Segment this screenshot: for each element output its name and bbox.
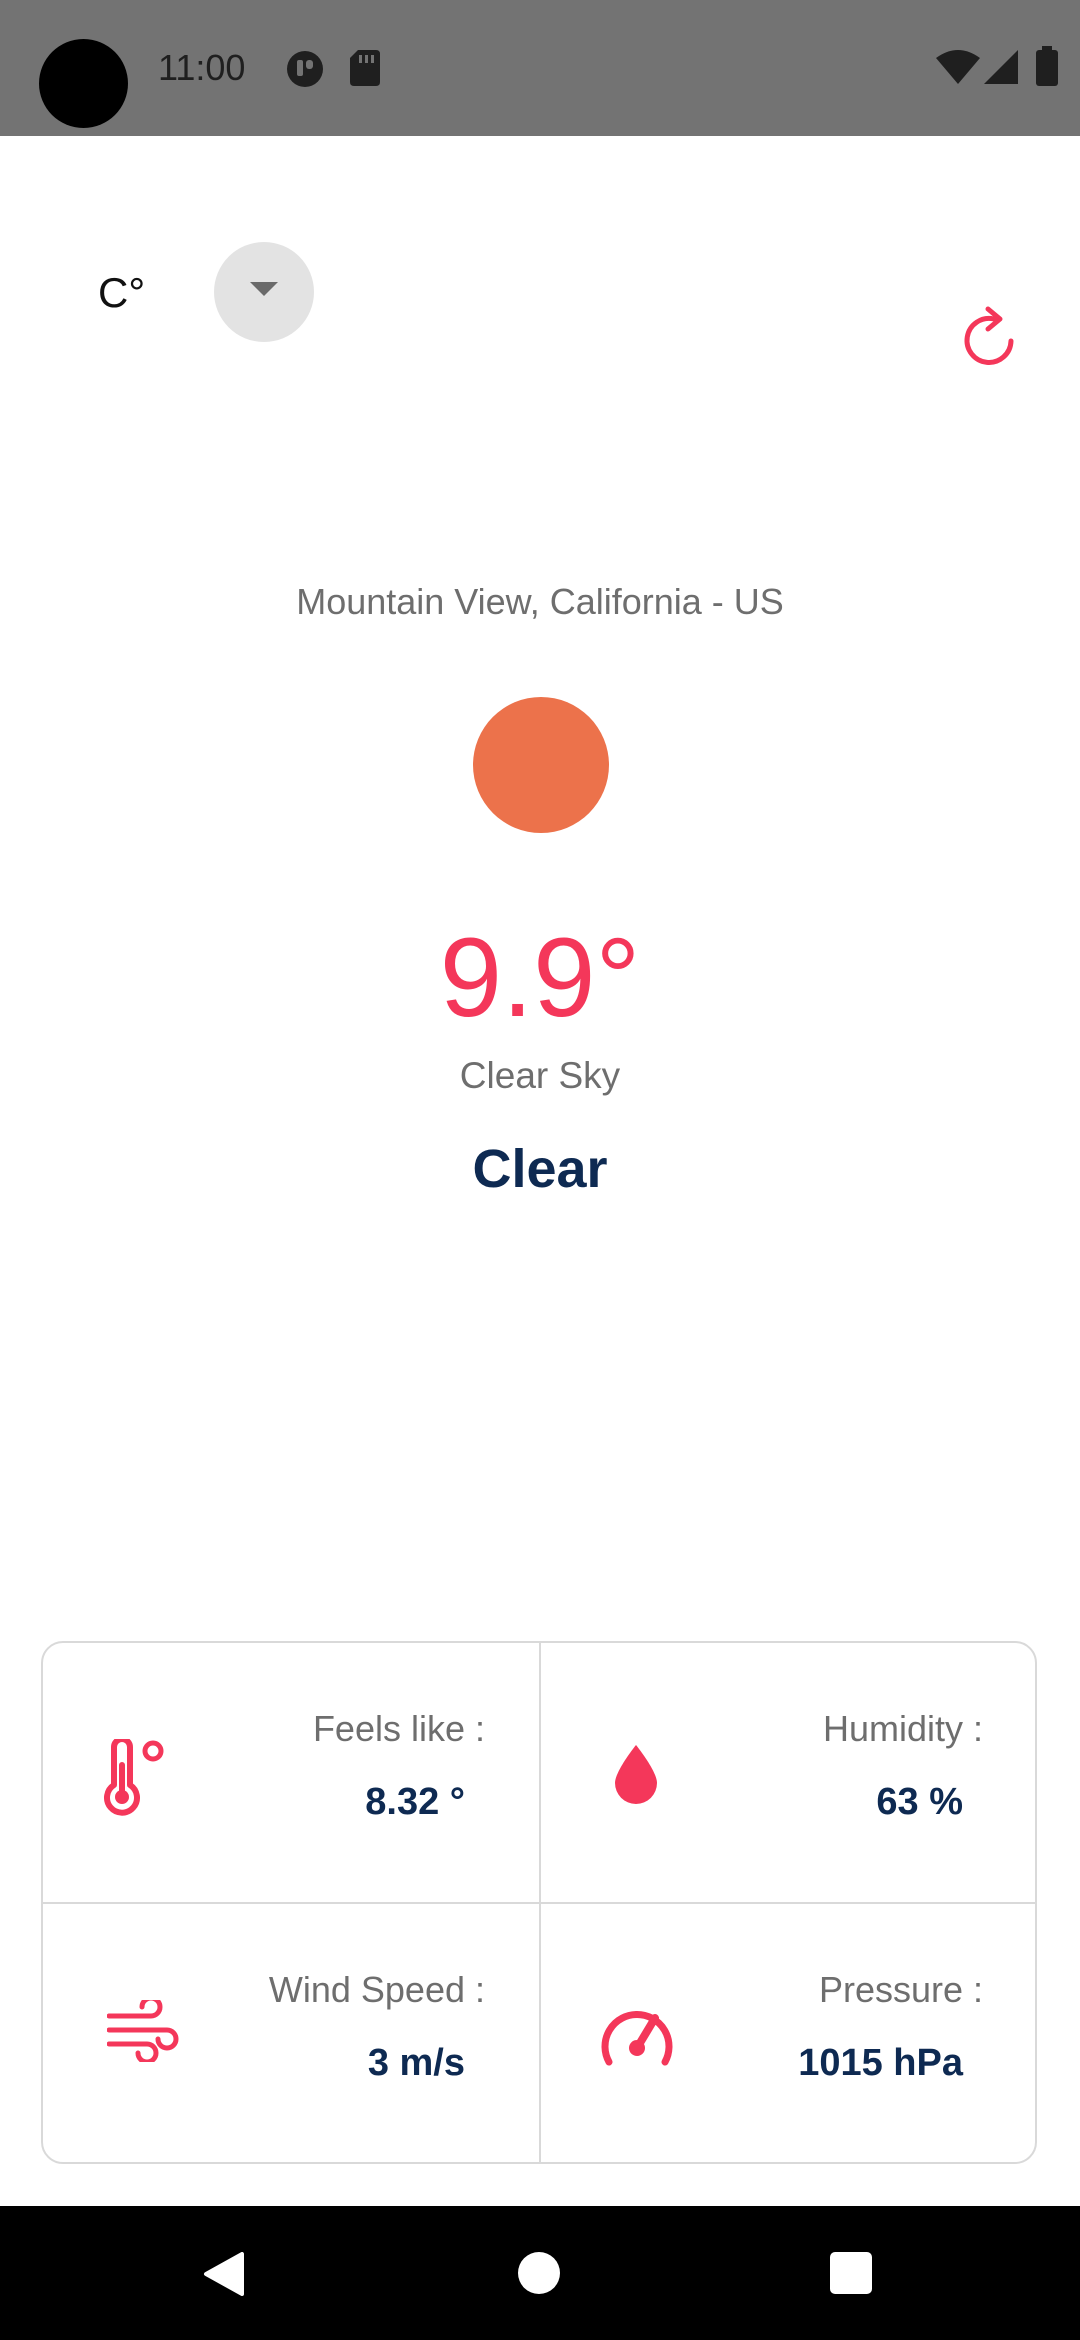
signal-icon: [984, 50, 1018, 89]
chevron-down-icon: [250, 282, 278, 296]
refresh-button[interactable]: [954, 305, 1024, 375]
pressure-cell: Pressure : 1015 hPa: [541, 1904, 1035, 2162]
weather-description: Clear Sky: [459, 1055, 621, 1096]
pressure-value: 1015 hPa: [798, 2042, 963, 2084]
back-button[interactable]: [202, 2252, 244, 2301]
battery-icon: [1036, 46, 1058, 91]
weather-details-card: Feels like : 8.32 ° Humidity : 63 % Wind…: [41, 1641, 1037, 2164]
wind-icon: [106, 1995, 179, 2067]
feels-like-label: Feels like :: [312, 1708, 485, 1749]
home-button[interactable]: [518, 2252, 560, 2294]
wind-speed-cell: Wind Speed : 3 m/s: [43, 1904, 539, 2162]
humidity-value: 63 %: [876, 1781, 963, 1823]
camera-hole: [39, 39, 128, 128]
speedometer-icon: [599, 2002, 675, 2073]
sd-card-icon: [350, 50, 380, 91]
temperature: 9.9°: [439, 915, 641, 1040]
status-time: 11:00: [158, 47, 246, 88]
thermometer-icon: [97, 1736, 171, 1824]
unit-label: C°: [98, 269, 146, 316]
weather-condition-icon: [473, 697, 609, 833]
pressure-label: Pressure :: [818, 1969, 983, 2010]
wind-speed-label: Wind Speed :: [268, 1969, 485, 2010]
status-bar: 11:00: [0, 0, 1080, 136]
wifi-icon: [936, 50, 980, 89]
wind-speed-value: 3 m/s: [367, 2042, 465, 2084]
water-drop-icon: [613, 1743, 659, 1810]
notification-icon: [286, 50, 324, 93]
recents-button[interactable]: [830, 2252, 872, 2294]
weather-screen: 11:00 C° Mountain View, California - US …: [0, 0, 1080, 2340]
weather-main-condition: Clear: [472, 1139, 608, 1199]
back-icon: [204, 2252, 244, 2296]
feels-like-value: 8.32 °: [365, 1781, 465, 1823]
humidity-cell: Humidity : 63 %: [541, 1643, 1035, 1902]
refresh-icon: [964, 306, 1014, 365]
location-label: Mountain View, California - US: [296, 581, 784, 622]
system-navigation-bar: [0, 2206, 1080, 2340]
unit-dropdown-button[interactable]: [214, 242, 314, 342]
feels-like-cell: Feels like : 8.32 °: [43, 1643, 539, 1902]
humidity-label: Humidity :: [822, 1708, 983, 1749]
